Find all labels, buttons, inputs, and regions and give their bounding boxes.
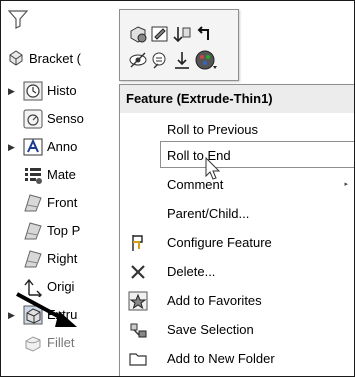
tree-item-material[interactable]: Mate: [1, 162, 131, 188]
menu-header: Feature (Extrude-Thin1): [120, 85, 354, 113]
menu-item-configure-feature[interactable]: Configure Feature: [120, 228, 354, 258]
tree-item-history[interactable]: ▶ Histo: [1, 78, 131, 104]
appearance-icon[interactable]: [194, 48, 218, 72]
tree-item-fillet[interactable]: Fillet: [1, 330, 131, 356]
tree-item-label: Mate: [47, 167, 76, 182]
menu-item-label: Configure Feature: [167, 235, 272, 250]
plane-icon: [24, 250, 42, 268]
part-icon: [9, 50, 23, 66]
menu-item-comment[interactable]: Comment ▸: [120, 170, 354, 200]
root-part-row[interactable]: Bracket (: [7, 47, 81, 69]
sensors-icon: [23, 109, 43, 129]
edit-sketch-icon[interactable]: [150, 24, 170, 44]
material-icon: [25, 168, 42, 184]
tree-item-label: Fillet: [47, 335, 75, 350]
tree-item-label: Right: [47, 251, 78, 266]
smart-dimension-icon[interactable]: [150, 50, 170, 70]
expand-arrow-icon[interactable]: ▶: [8, 142, 16, 152]
delete-icon: [131, 265, 145, 279]
menu-item-add-to-favorites[interactable]: Add to Favorites: [120, 286, 354, 316]
rollback-icon[interactable]: [172, 24, 192, 44]
tree-item-front-plane[interactable]: Front: [1, 190, 131, 216]
tree-item-top-plane[interactable]: Top P: [1, 218, 131, 244]
tree-item-label: Senso: [47, 111, 84, 126]
menu-item-add-to-new-folder[interactable]: Add to New Folder: [120, 344, 354, 374]
mouse-cursor-icon: [205, 157, 221, 180]
history-icon: [23, 81, 43, 101]
menu-item-label: Save Selection: [167, 322, 254, 337]
annotations-icon: [23, 138, 43, 156]
solidworks-context-window: Bracket ( ▶ Histo Senso ▶ Anno Mate Fron…: [0, 0, 355, 377]
context-toolbar: [119, 9, 239, 81]
menu-item-label: Add to Favorites: [167, 293, 262, 308]
configure-icon: [132, 235, 143, 251]
submenu-arrow-icon: ▸: [344, 181, 348, 188]
parent-icon[interactable]: [194, 24, 214, 44]
fillet-icon: [25, 336, 41, 352]
menu-item-roll-to-end[interactable]: Roll to End: [120, 141, 354, 171]
tree-item-annotations[interactable]: ▶ Anno: [1, 134, 131, 160]
context-menu: Feature (Extrude-Thin1) Roll to Previous…: [119, 84, 354, 376]
menu-item-label: Parent/Child...: [167, 206, 250, 221]
edit-feature-icon[interactable]: [128, 24, 148, 44]
tree-item-label: Anno: [47, 139, 78, 154]
plane-icon: [24, 222, 42, 240]
filter-icon[interactable]: [7, 9, 29, 29]
tree-item-label: Front: [47, 195, 78, 210]
tree-item-label: Top P: [47, 223, 81, 238]
tree-item-sensors[interactable]: Senso: [1, 106, 131, 132]
hide-icon[interactable]: [128, 50, 148, 70]
menu-item-label: Roll to Previous: [167, 122, 259, 137]
root-part-label: Bracket (: [29, 50, 82, 66]
favorites-icon: [128, 291, 148, 311]
expand-arrow-icon[interactable]: ▶: [8, 86, 16, 96]
tree-item-label: Histo: [47, 83, 77, 98]
menu-item-save-selection[interactable]: Save Selection: [120, 315, 354, 345]
save-selection-icon: [130, 323, 147, 338]
folder-icon: [129, 353, 147, 366]
callout-arrow-icon: [16, 292, 77, 327]
menu-item-label: Delete...: [167, 264, 216, 279]
insert-icon[interactable]: [172, 50, 192, 70]
tree-item-right-plane[interactable]: Right: [1, 246, 131, 272]
menu-item-parent-child[interactable]: Parent/Child...: [120, 199, 354, 229]
plane-icon: [24, 194, 42, 212]
menu-item-delete[interactable]: Delete...: [120, 257, 354, 287]
menu-item-label: Add to New Folder: [167, 351, 275, 366]
